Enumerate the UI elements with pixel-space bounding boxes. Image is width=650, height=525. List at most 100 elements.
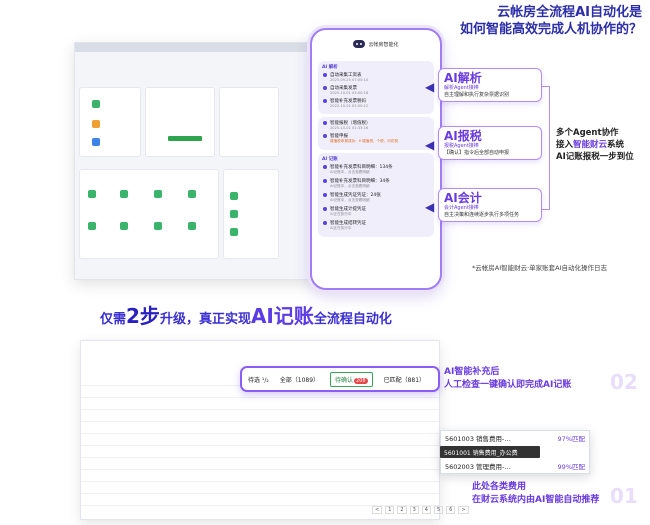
option-code: 5601003 销售费用-… <box>445 435 511 443</box>
table-divider <box>81 481 439 482</box>
mini-green-icon <box>120 190 128 198</box>
headline: 云帐房全流程AI自动化是 如何智能高效完成人机协作的？ <box>460 4 642 38</box>
pager-page[interactable]: 6 <box>446 506 456 514</box>
table-divider <box>81 469 439 470</box>
match-percent: 97%匹配 <box>557 435 585 443</box>
tab-matched[interactable]: 已匹配（881） <box>380 373 429 386</box>
log-step: 自动采集工资表 2025-09-25 07:00:10 <box>322 72 430 82</box>
callout-line2: 自主理解和执行复杂票据识别 <box>444 92 510 98</box>
callout-line1: 解析Agent接棒 <box>444 85 479 91</box>
phone-header: 云帐房智能化 <box>312 30 440 58</box>
tagline-pre: 仅需 <box>100 312 127 327</box>
phone-title: 云帐房智能化 <box>368 41 399 48</box>
dropdown-option[interactable]: 5601003 销售费用-… 97%匹配 <box>441 431 589 445</box>
log-step: 智能申报 增值税申报成功：¥ 增值税、个税、印花税 <box>322 133 430 144</box>
app-card-middle <box>145 87 215 157</box>
mini-green-icon <box>120 222 128 230</box>
note-confirm-line2: 人工检查一键确认即完成AI记账 <box>444 380 572 390</box>
step-sub: AI记账中，点击查看明细 <box>330 198 370 202</box>
filter-bar-zoom: 待选 ¹/₂ 全部（1089） 待确认 208 已匹配（881） <box>240 366 440 392</box>
note-recommend-line2: 在财云系统内由AI智能自动推荐 <box>472 495 600 505</box>
pager-next[interactable]: > <box>458 506 469 514</box>
side-note-line2: 接入智能财云系统 <box>556 139 634 151</box>
pager-page[interactable]: 3 <box>409 506 419 514</box>
arrow-left-icon: ◀ <box>425 138 435 152</box>
phone-log-panel: 云帐房智能化 AI 解析 自动采集工资表 2025-09-25 07:00:10… <box>310 28 442 290</box>
mini-green-icon <box>92 100 100 108</box>
robot-logo-icon <box>353 40 366 48</box>
tagline-post: 全流程自动化 <box>313 312 392 327</box>
log-step[interactable]: 智能补充发票科目明细：134条 AI记账中，点击查看明细 <box>322 164 430 175</box>
side-note-line3: AI记账报税一步到位 <box>556 152 634 162</box>
mini-orange-icon <box>92 120 100 128</box>
callout-ai-title: AI报税 <box>444 129 482 143</box>
pager-page[interactable]: 1 <box>385 506 395 514</box>
tagline: 仅需2步升级，真正实现AI记账全流程自动化 <box>100 300 392 329</box>
app-card-summary <box>79 87 141 157</box>
step-sub: AI正在执行中 <box>330 226 352 230</box>
note-recommend: 此处各类费用 在财云系统内由AI智能自动推荐 <box>472 481 599 507</box>
tagline-mid: 升级，真正实现 <box>159 312 251 327</box>
stage-tax: 智能报税（增值税） 2025-10-01 01:33:16 智能申报 增值税申报… <box>318 117 434 150</box>
log-step: 智能报税（增值税） 2025-10-01 01:33:16 <box>322 120 430 130</box>
tab-all[interactable]: 全部（1089） <box>276 373 323 386</box>
mini-green-icon <box>230 192 238 200</box>
step-sub: AI记账中，点击查看明细 <box>330 184 370 188</box>
pager-page[interactable]: 2 <box>397 506 407 514</box>
table-divider <box>81 445 439 446</box>
callout-line1: 会计Agent接棒 <box>444 205 479 211</box>
step-sub: AI正在执行中 <box>330 212 352 216</box>
dropdown-option[interactable]: 5602003 管理费用-… 99%匹配 <box>441 459 589 473</box>
tagline-ai: AI记账 <box>250 304 314 328</box>
stage-tag: AI 解析 <box>322 65 338 70</box>
side-note-text: 系统 <box>607 140 625 150</box>
mini-green-icon <box>154 190 162 198</box>
callout-ai-parse: AI解析 解析Agent接棒 自主理解和执行复杂票据识别 <box>438 68 542 102</box>
dropdown-tooltip: 5601001 销售费用_办公费 <box>440 446 540 458</box>
table-divider <box>81 493 439 494</box>
note-confirm-line1: AI智能补充后 <box>444 367 500 377</box>
pager-page[interactable]: 5 <box>433 506 444 514</box>
log-step: 智能生成计提凭证 AI正在执行中 <box>322 206 430 217</box>
note-confirm: AI智能补充后 人工检查一键确认即完成AI记账 <box>444 366 571 392</box>
table-divider <box>81 433 439 434</box>
app-card-side <box>223 169 279 259</box>
step-sub: AI记账中，点击查看明细 <box>330 170 370 174</box>
stage-tag: AI 记账 <box>322 157 338 162</box>
filter-label: 待选 ¹/₂ <box>248 376 269 384</box>
side-note: 多个Agent协作 接入智能财云系统 AI记账报税一步到位 <box>556 127 634 163</box>
app-topbar <box>75 43 325 52</box>
step-time: 2022-10-01 05:00:12 <box>330 104 369 108</box>
pager-prev[interactable]: < <box>372 506 383 514</box>
mini-green-icon <box>230 210 238 218</box>
step-time: 2025-10-01 01:33:16 <box>330 126 369 130</box>
app-screenshot <box>74 42 326 280</box>
pager-page[interactable]: 4 <box>421 506 431 514</box>
callout-line2: 【确认】指令后全部自动申报 <box>444 150 510 156</box>
arrow-left-icon: ◀ <box>425 80 435 94</box>
side-note-line1: 多个Agent协作 <box>556 128 619 138</box>
option-code: 5602003 管理费用-… <box>445 463 511 471</box>
table-divider <box>81 457 439 458</box>
arrow-left-icon: ◀ <box>425 200 435 214</box>
headline-line1: 云帐房全流程AI自动化是 <box>497 5 642 20</box>
tab-pending[interactable]: 待确认 208 <box>330 371 373 387</box>
log-step[interactable]: 智能补充发票科目明细：34条 AI记账中，点击查看明细 <box>322 178 430 189</box>
log-step: 智能补充发票税码 2022-10-01 05:00:12 <box>322 98 430 108</box>
table-divider <box>81 421 439 422</box>
headline-line2: 如何智能高效完成人机协作的？ <box>459 22 642 37</box>
pending-count-badge: 208 <box>354 377 368 384</box>
callout-ai-accounting: AI会计 会计Agent接棒 自主决策和连续逐步执行多项任务 <box>438 188 542 222</box>
callout-line1: 报税Agent接棒 <box>444 143 479 149</box>
stage-accounting: AI 记账 智能补充发票科目明细：134条 AI记账中，点击查看明细 智能补充发… <box>318 153 434 237</box>
step-highlight: 增值税申报成功：¥ 增值税、个税、印花税 <box>330 139 399 143</box>
mini-blue-icon <box>92 138 100 146</box>
log-step: 自动采集发票 2025-10-01 04:00:16 <box>322 85 430 95</box>
callout-ai-title: AI解析 <box>444 71 482 85</box>
table-divider <box>81 409 439 410</box>
app-card-grid <box>79 169 219 259</box>
callout-ai-tax: AI报税 报税Agent接棒 【确认】指令后全部自动申报 <box>438 126 542 160</box>
mini-green-icon <box>88 190 96 198</box>
log-step[interactable]: 智能生成凭证凭证：24张 AI记账中，点击查看明细 <box>322 192 430 203</box>
step-number-02: 02 <box>610 370 638 394</box>
